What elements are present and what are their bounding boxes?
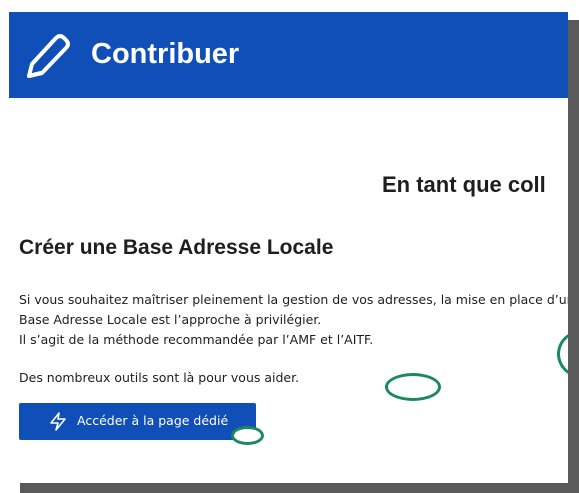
header-banner: Contribuer [9, 12, 568, 98]
annotation-marker [231, 426, 264, 445]
annotation-marker [557, 330, 568, 378]
description-line-2: Base Adresse Locale est l’approche à pri… [19, 312, 322, 327]
page-title: Contribuer [91, 38, 240, 70]
dedicated-page-button[interactable]: Accéder à la page dédié [19, 403, 256, 440]
frame-shadow-bottom [20, 483, 579, 493]
help-text: Des nombreux outils sont là pour vous ai… [19, 370, 300, 385]
frame-shadow-right [568, 20, 579, 493]
description-line-3: Il s’agit de la méthode recommandée par … [19, 332, 374, 347]
annotation-marker [385, 373, 441, 401]
section-subheading: En tant que coll [382, 172, 546, 197]
page-frame: Contribuer En tant que coll Créer une Ba… [9, 12, 568, 483]
lightning-icon [50, 412, 66, 431]
pencil-icon [27, 34, 70, 78]
dedicated-page-button-label: Accéder à la page dédié [77, 413, 229, 428]
section-title: Créer une Base Adresse Locale [19, 236, 334, 259]
description-line-1: Si vous souhaitez maîtriser pleinement l… [19, 292, 568, 307]
